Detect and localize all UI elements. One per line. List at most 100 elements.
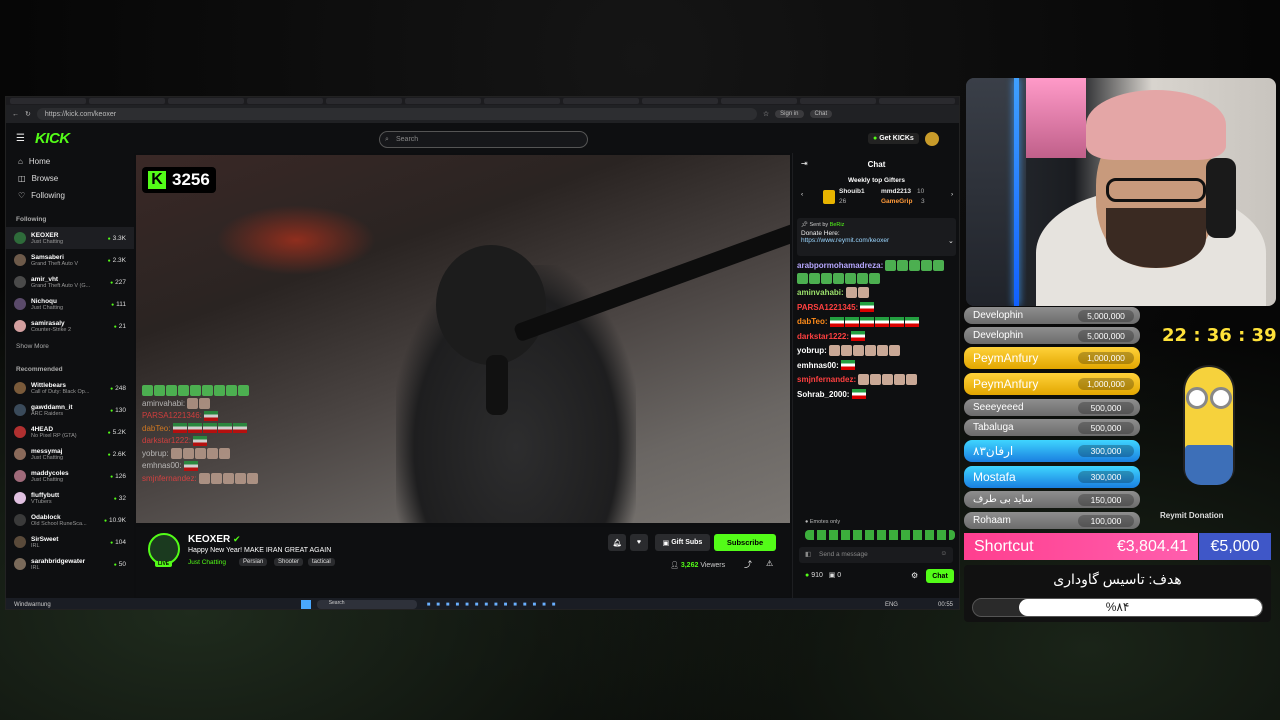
url-field[interactable]: https://kick.com/keoxer	[36, 108, 757, 120]
leaderboard-entry: Seeeyeeed 500,000	[964, 399, 1140, 416]
language-indicator[interactable]: ENG	[885, 602, 898, 608]
video-player[interactable]: K 3256 aminvahabi: PARSA1221346: dabTeo:…	[136, 155, 790, 523]
tag-tactical[interactable]: tactical	[308, 558, 335, 566]
star-icon[interactable]: ☆	[763, 110, 769, 118]
clock[interactable]: 00:55	[938, 602, 953, 608]
channel-info: Nichoqu Just Chatting	[31, 298, 106, 311]
channel-item[interactable]: maddycolesJust Chatting 126	[6, 465, 134, 487]
user-avatar[interactable]	[925, 132, 939, 146]
channel-name: Wittlebears	[31, 381, 66, 389]
send-chat-button[interactable]: Chat	[926, 569, 954, 583]
video-chat-overlay: aminvahabi: PARSA1221346: dabTeo: darkst…	[142, 385, 272, 485]
chat-username: dabTeo:	[797, 317, 828, 326]
channel-item[interactable]: 4HEADNo Pixel RP (GTA) 5.2K	[6, 421, 134, 443]
emote-bar[interactable]	[805, 530, 955, 540]
channel-viewers: 21	[114, 323, 126, 330]
channel-item[interactable]: SirSweetIRL 104	[6, 531, 134, 553]
blue-led-strip	[1014, 78, 1019, 306]
browser-tabs[interactable]	[6, 97, 959, 105]
notification-bell-icon[interactable]: 🔔︎	[608, 534, 626, 551]
kick-logo[interactable]: KICK	[35, 130, 70, 147]
taskbar-search[interactable]: Search	[316, 600, 417, 609]
pinned-link[interactable]: https://www.reymit.com/keoxer	[801, 237, 889, 244]
face-emote	[210, 472, 222, 484]
get-kicks-button[interactable]: ● Get KICKs	[868, 133, 919, 144]
kick-counter: 3256	[172, 170, 210, 189]
share-icon[interactable]: ⤴	[744, 559, 752, 570]
chat-message: arabpormohamadreza:	[797, 260, 956, 285]
chevron-down-icon[interactable]: ⌄	[948, 237, 954, 245]
face-emote	[218, 447, 230, 459]
back-icon[interactable]: ←	[12, 111, 19, 118]
channel-item[interactable]: SamsaberiGrand Theft Auto V 2.3K	[6, 249, 134, 271]
webcam-feed	[966, 78, 1276, 306]
channel-info: SirSweet IRL	[31, 536, 105, 549]
tag-shooter[interactable]: Shooter	[274, 558, 304, 566]
channel-item[interactable]: gawddamn_itARC Raiders 130	[6, 399, 134, 421]
follow-heart-icon[interactable]: ♥	[630, 534, 648, 551]
collapse-chat-icon[interactable]: ⇥	[801, 159, 808, 168]
channel-item[interactable]: fluffybuttVTubers 32	[6, 487, 134, 509]
channel-info: KEOXER Just Chatting	[31, 232, 103, 245]
donor-amount: 500,000	[1078, 421, 1134, 434]
channel-item[interactable]: amir_vhtGrand Theft Auto V (G... 227	[6, 271, 134, 293]
show-more-link[interactable]: Show More	[6, 339, 134, 354]
subscribe-button[interactable]: Subscribe	[714, 534, 776, 551]
donor-amount: 300,000	[1078, 471, 1134, 483]
channel-item[interactable]: NichoquJust Chatting 111	[6, 293, 134, 315]
gift-box-icon[interactable]: ▣	[829, 572, 836, 579]
nav-item-home[interactable]: ⌂ Home	[6, 153, 134, 170]
search-input[interactable]: ⌕ Search	[379, 131, 588, 148]
channel-item[interactable]: sarahbridgewaterIRL 50	[6, 553, 134, 575]
nav-item-following[interactable]: ♡ Following	[6, 187, 134, 204]
channel-item[interactable]: WittlebearsCall of Duty: Black Op... 248	[6, 377, 134, 399]
pinned-user: BeRiz	[829, 222, 845, 228]
weekly-gifters-title: Weekly top Gifters	[848, 177, 905, 184]
viewers-label: Viewers	[700, 562, 726, 569]
channel-category: Just Chatting	[31, 304, 64, 311]
channel-avatar	[14, 320, 26, 332]
face-emote	[187, 397, 199, 409]
url-text: https://kick.com/keoxer	[44, 110, 117, 118]
report-icon[interactable]: ⚠	[766, 559, 773, 568]
pepe-emote	[226, 385, 237, 397]
tag-persian[interactable]: Persian	[239, 558, 268, 566]
channel-viewers: 248	[110, 385, 126, 392]
signin-button[interactable]: Sign in	[775, 110, 804, 118]
settings-gear-icon[interactable]: ⚙	[911, 571, 918, 580]
smiley-icon[interactable]: ☺	[940, 550, 947, 557]
shortcut-label: Shortcut	[974, 537, 1034, 555]
reload-icon[interactable]: ↻	[25, 110, 31, 118]
channel-viewers: 104	[110, 539, 126, 546]
channel-category: Call of Duty: Black Op...	[31, 388, 90, 395]
weather-widget[interactable]: Windwarnung	[14, 602, 51, 608]
channel-item[interactable]: OdablockOld School RuneSca... 10.9K	[6, 509, 134, 531]
chat-input[interactable]: ◧ Send a message ☺	[799, 547, 953, 563]
streamer-beard	[1106, 208, 1206, 268]
overlay-chat-line: darkstar1222:	[142, 435, 272, 448]
gift-subs-button[interactable]: ▣ Gift Subs	[655, 534, 710, 551]
emote-picker-icon[interactable]: ◧	[805, 550, 811, 558]
overlay-chat-user: smjnfernandez:	[142, 473, 197, 483]
streamer-head	[436, 245, 546, 365]
channel-avatar	[14, 536, 26, 548]
menu-icon[interactable]: ☰	[16, 133, 25, 144]
channel-item[interactable]: samirasalyCounter-Strike 2 21	[6, 315, 134, 337]
pepe-emote	[214, 385, 225, 397]
prev-arrow-icon[interactable]: ‹	[801, 191, 803, 198]
donor-name: Tabaluga	[973, 422, 1014, 433]
streamer-name[interactable]: KEOXER ✔	[188, 534, 241, 545]
copilot-chat-button[interactable]: Chat	[809, 110, 833, 118]
channel-info: samirasaly Counter-Strike 2	[31, 320, 109, 333]
overlay-chat-user: dabTeo:	[142, 423, 171, 433]
windows-start-icon[interactable]	[300, 600, 311, 609]
next-arrow-icon[interactable]: ›	[951, 191, 953, 198]
taskbar-app-icons[interactable]: ■■■■■■■■■■■■■■	[427, 602, 562, 608]
chat-message: aminvahabi:	[797, 287, 956, 300]
minion-mascot	[1175, 355, 1243, 500]
face-emote	[182, 447, 194, 459]
nav-item-browse[interactable]: ◫ Browse	[6, 170, 134, 187]
channel-item[interactable]: messymajJust Chatting 2.6K	[6, 443, 134, 465]
channel-item[interactable]: KEOXERJust Chatting 3.3K	[6, 227, 134, 249]
stream-category[interactable]: Just Chatting	[188, 559, 226, 566]
